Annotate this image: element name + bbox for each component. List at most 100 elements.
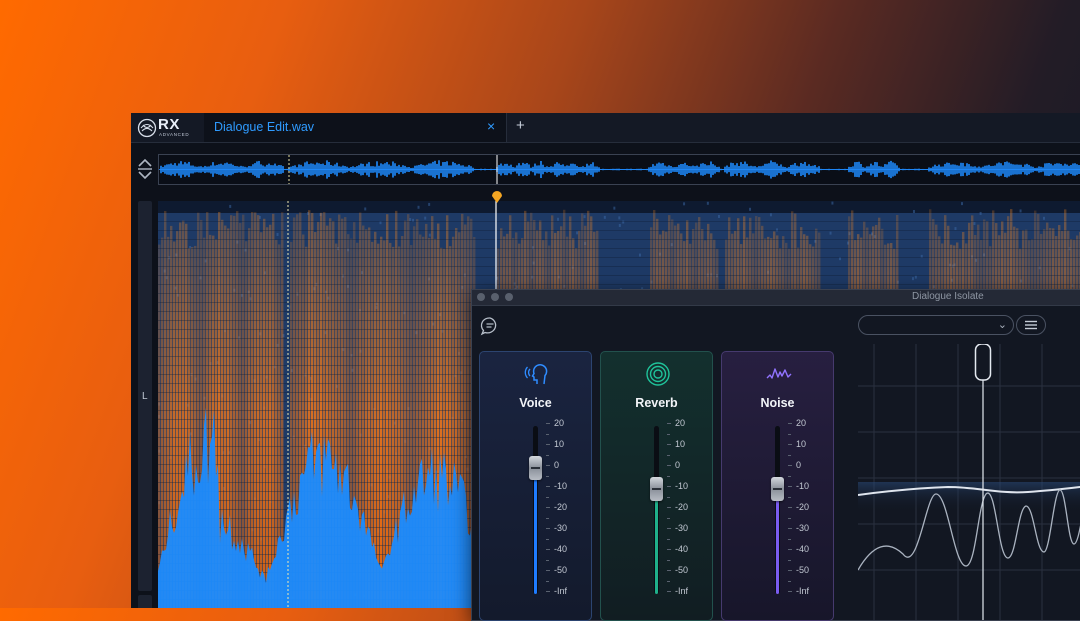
noise-wave-icon <box>766 361 792 387</box>
spectrogram-noise <box>613 207 615 210</box>
reverb-panel: Reverb 20100-10-20-30-40-50-Inf <box>600 351 713 621</box>
spectrogram-noise <box>915 276 917 279</box>
noise-label: Noise <box>722 396 833 410</box>
preset-dropdown[interactable]: ⌄ <box>858 315 1014 335</box>
plugin-title-bar[interactable]: Dialogue Isolate <box>472 290 1080 306</box>
reverb-label: Reverb <box>601 396 712 410</box>
minimize-window-button[interactable] <box>491 293 499 301</box>
voice-fader-handle[interactable] <box>529 456 542 480</box>
spectrogram-harmonic <box>158 266 1080 267</box>
spectrogram-streak <box>269 225 271 608</box>
spectrogram-streak <box>377 244 379 608</box>
scale-tick: -Inf <box>546 586 591 598</box>
spectrogram-noise <box>622 221 624 224</box>
spectrogram-streak <box>251 212 253 608</box>
spectrogram-harmonic <box>158 248 1080 249</box>
spectrogram-noise <box>913 210 915 213</box>
scale-tick: -Inf <box>667 586 712 598</box>
spectrogram-noise <box>409 218 411 221</box>
title-bar: RX ADVANCED Dialogue Edit.wav × + <box>131 113 1080 143</box>
voice-panel: Voice 20100-10-20-30-40-50-Inf <box>479 351 592 621</box>
spectrogram-noise <box>683 202 685 205</box>
chevron-down-icon: ⌄ <box>998 318 1007 331</box>
spectrogram-streak <box>164 211 166 608</box>
spectrogram-noise <box>428 203 430 206</box>
spectrogram-noise <box>288 306 290 309</box>
spectrum-graph[interactable] <box>858 344 1080 620</box>
hamburger-menu-icon <box>1017 316 1045 334</box>
chat-bubble-icon[interactable] <box>480 316 500 336</box>
voice-label: Voice <box>480 396 591 410</box>
plugin-menu-button[interactable] <box>1016 315 1046 335</box>
spectrogram-noise <box>429 234 431 237</box>
noise-panel: Noise 20100-10-20-30-40-50-Inf <box>721 351 834 621</box>
dialogue-isolate-window: Dialogue Isolate ⌄ Voice 20100-10-20-30-… <box>471 289 1080 621</box>
file-tab-label: Dialogue Edit.wav <box>214 120 314 134</box>
spectrogram-noise <box>961 202 963 205</box>
spectrogram-noise <box>830 232 832 235</box>
spectrogram-noise <box>707 202 709 205</box>
spectrogram-noise <box>229 205 231 208</box>
spectrogram-noise <box>1043 217 1045 220</box>
spectrogram-noise <box>980 212 982 215</box>
spectrogram-streak <box>158 245 160 608</box>
spectrogram-noise <box>1020 209 1022 212</box>
close-tab-icon[interactable]: × <box>487 118 495 134</box>
spectrogram-noise <box>749 208 751 211</box>
playhead-marker-icon[interactable] <box>491 189 503 203</box>
spectrogram-noise <box>576 231 578 234</box>
spectrogram-streak <box>380 237 382 608</box>
logo-text: RX <box>158 116 180 133</box>
spectrogram-streak <box>263 219 265 608</box>
spectrogram-harmonic <box>158 239 1080 240</box>
noise-fader-fill <box>776 489 779 594</box>
spectrogram-noise <box>604 216 606 219</box>
spectrogram-streak <box>257 215 259 608</box>
spectrogram-noise <box>718 215 720 218</box>
close-window-button[interactable] <box>477 293 485 301</box>
spectrogram-noise <box>277 233 279 236</box>
rx-logo: RX ADVANCED <box>131 113 205 142</box>
spectrogram-harmonic <box>158 275 1080 276</box>
overview-waveform <box>159 155 1080 184</box>
head-voice-icon <box>524 361 550 387</box>
spectrogram-noise <box>619 224 621 227</box>
spectrogram-harmonic <box>158 257 1080 258</box>
zoom-toggle-icon[interactable] <box>137 158 153 180</box>
spectrogram-noise <box>584 215 586 218</box>
spectrogram-harmonic <box>158 284 1080 285</box>
scale-tick: -Inf <box>788 586 833 598</box>
reverb-fader-fill <box>655 489 658 594</box>
spectrogram-noise <box>831 202 833 205</box>
logo-subtitle: ADVANCED <box>159 132 189 137</box>
waveform-overview[interactable] <box>158 154 1080 185</box>
rx-logo-icon <box>137 118 157 138</box>
spectrogram-harmonic <box>158 230 1080 231</box>
new-tab-button[interactable]: + <box>516 117 525 134</box>
maximize-window-button[interactable] <box>505 293 513 301</box>
spectrogram-noise <box>424 217 426 220</box>
spectrogram-noise <box>364 207 366 210</box>
channel-strip-lower[interactable] <box>138 595 152 608</box>
spectrogram-noise <box>418 206 420 209</box>
channel-label: L <box>142 391 148 402</box>
spectrogram-noise <box>973 222 975 225</box>
channel-strip[interactable]: L <box>138 201 152 591</box>
spectrogram-streak <box>260 232 262 608</box>
spectrogram-streak <box>386 214 388 608</box>
spectrogram-noise <box>557 218 559 221</box>
spectrogram-noise <box>639 254 641 257</box>
spectrogram-streak <box>383 240 385 608</box>
spectrogram-top-band <box>158 201 1080 213</box>
file-tab[interactable]: Dialogue Edit.wav × <box>204 113 507 142</box>
graph-glow <box>858 482 1080 512</box>
plugin-title: Dialogue Isolate <box>912 291 984 302</box>
reverb-fader-handle[interactable] <box>650 477 663 501</box>
graph-cursor-handle[interactable] <box>976 344 991 380</box>
noise-fader-handle[interactable] <box>771 477 784 501</box>
spectrogram-noise <box>912 277 914 280</box>
spectrogram-noise <box>618 216 620 219</box>
reverb-rings-icon <box>645 361 671 387</box>
spectrogram-noise <box>770 213 772 216</box>
voice-fader-fill <box>534 468 537 594</box>
